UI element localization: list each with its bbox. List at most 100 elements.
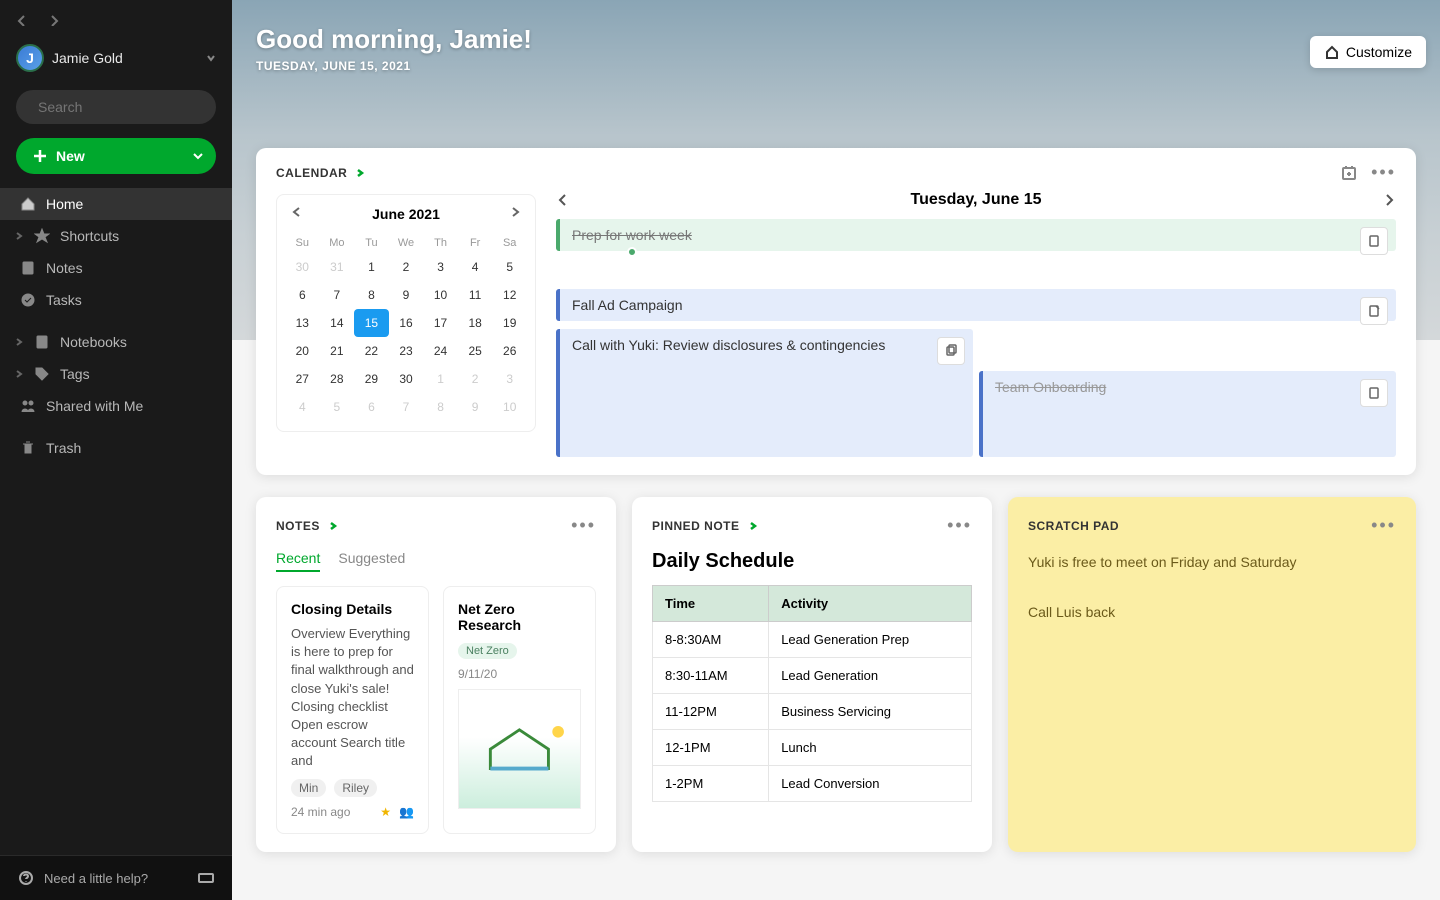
cal-day[interactable]: 29 bbox=[354, 365, 389, 393]
search-field[interactable] bbox=[38, 99, 219, 115]
nav-trash[interactable]: Trash bbox=[0, 432, 232, 464]
nav-back-icon[interactable] bbox=[16, 14, 28, 26]
nav-tags[interactable]: Tags bbox=[0, 358, 232, 390]
nav-label: Notes bbox=[46, 260, 83, 276]
cal-day[interactable]: 17 bbox=[423, 309, 458, 337]
cal-day[interactable]: 18 bbox=[458, 309, 493, 337]
nav-shortcuts[interactable]: Shortcuts bbox=[0, 220, 232, 252]
nav-label: Shortcuts bbox=[60, 228, 119, 244]
event-note-icon[interactable] bbox=[1360, 297, 1388, 325]
cal-day[interactable]: 16 bbox=[389, 309, 424, 337]
cal-day[interactable]: 30 bbox=[285, 253, 320, 281]
cal-day[interactable]: 5 bbox=[492, 253, 527, 281]
table-row: 8-8:30AMLead Generation Prep bbox=[653, 622, 972, 658]
cal-day[interactable]: 13 bbox=[285, 309, 320, 337]
cal-day[interactable]: 8 bbox=[423, 393, 458, 421]
cal-day[interactable]: 31 bbox=[320, 253, 355, 281]
search-input[interactable] bbox=[16, 90, 216, 124]
star-icon: ★ bbox=[380, 805, 391, 819]
new-button[interactable]: New bbox=[16, 138, 216, 174]
cal-day[interactable]: 26 bbox=[492, 337, 527, 365]
cal-day[interactable]: 2 bbox=[389, 253, 424, 281]
nav-notes[interactable]: Notes bbox=[0, 252, 232, 284]
event-note-icon[interactable] bbox=[1360, 227, 1388, 255]
calendar-title[interactable]: CALENDAR bbox=[276, 166, 347, 180]
note-card[interactable]: Net Zero Research Net Zero 9/11/20 bbox=[443, 586, 596, 834]
cal-day[interactable]: 14 bbox=[320, 309, 355, 337]
event-item[interactable]: Call with Yuki: Review disclosures & con… bbox=[556, 329, 973, 457]
calendar-widget: CALENDAR June 2021 SuMoTuWeThFrSa3031123… bbox=[256, 148, 1416, 475]
notes-widget: NOTES ••• Recent Suggested Closing Detai… bbox=[256, 497, 616, 852]
cal-day[interactable]: 4 bbox=[285, 393, 320, 421]
customize-button[interactable]: Customize bbox=[1310, 36, 1426, 68]
nav-shared[interactable]: Shared with Me bbox=[0, 390, 232, 422]
cal-day[interactable]: 3 bbox=[423, 253, 458, 281]
event-copy-icon[interactable] bbox=[937, 337, 965, 365]
user-menu[interactable]: J Jamie Gold bbox=[16, 44, 216, 72]
event-note-icon[interactable] bbox=[1360, 379, 1388, 407]
cal-day[interactable]: 10 bbox=[423, 281, 458, 309]
calendar-add-icon[interactable] bbox=[1341, 165, 1357, 181]
cal-day[interactable]: 6 bbox=[285, 281, 320, 309]
cal-day[interactable]: 9 bbox=[458, 393, 493, 421]
cal-day[interactable]: 28 bbox=[320, 365, 355, 393]
cal-day[interactable]: 7 bbox=[389, 393, 424, 421]
day-title: Tuesday, June 15 bbox=[910, 191, 1041, 209]
cal-day[interactable]: 11 bbox=[458, 281, 493, 309]
cal-day[interactable]: 27 bbox=[285, 365, 320, 393]
cal-day[interactable]: 5 bbox=[320, 393, 355, 421]
cal-day[interactable]: 15 bbox=[354, 309, 389, 337]
more-icon[interactable]: ••• bbox=[571, 515, 596, 536]
cal-day[interactable]: 3 bbox=[492, 365, 527, 393]
scratch-content[interactable]: Yuki is free to meet on Friday and Satur… bbox=[1028, 550, 1396, 626]
notes-title[interactable]: NOTES bbox=[276, 519, 320, 533]
cal-day[interactable]: 8 bbox=[354, 281, 389, 309]
cal-day[interactable]: 1 bbox=[423, 365, 458, 393]
cal-next-month[interactable] bbox=[509, 205, 521, 223]
cal-day[interactable]: 30 bbox=[389, 365, 424, 393]
tab-suggested[interactable]: Suggested bbox=[338, 550, 405, 572]
tab-recent[interactable]: Recent bbox=[276, 550, 320, 572]
now-indicator bbox=[627, 247, 637, 257]
nav-home[interactable]: Home bbox=[0, 188, 232, 220]
cal-day[interactable]: 9 bbox=[389, 281, 424, 309]
note-chip: Min bbox=[291, 779, 326, 797]
nav-tasks[interactable]: Tasks bbox=[0, 284, 232, 316]
cal-day[interactable]: 12 bbox=[492, 281, 527, 309]
nav-notebooks[interactable]: Notebooks bbox=[0, 326, 232, 358]
cal-day[interactable]: 1 bbox=[354, 253, 389, 281]
day-prev[interactable] bbox=[556, 193, 570, 207]
trash-icon bbox=[20, 440, 36, 456]
cal-day[interactable]: 6 bbox=[354, 393, 389, 421]
cal-day[interactable]: 4 bbox=[458, 253, 493, 281]
nav-label: Tags bbox=[60, 366, 90, 382]
day-next[interactable] bbox=[1382, 193, 1396, 207]
more-icon[interactable]: ••• bbox=[1371, 515, 1396, 536]
event-item[interactable]: Team Onboarding bbox=[979, 371, 1396, 457]
keyboard-icon[interactable] bbox=[198, 870, 214, 886]
more-icon[interactable]: ••• bbox=[947, 515, 972, 536]
event-item[interactable]: Fall Ad Campaign bbox=[556, 289, 1396, 321]
event-title: Call with Yuki: Review disclosures & con… bbox=[572, 337, 885, 353]
cal-day[interactable]: 20 bbox=[285, 337, 320, 365]
more-icon[interactable]: ••• bbox=[1371, 162, 1396, 183]
cal-day[interactable]: 22 bbox=[354, 337, 389, 365]
cal-day[interactable]: 25 bbox=[458, 337, 493, 365]
event-item[interactable]: Prep for work week bbox=[556, 219, 1396, 251]
cal-day[interactable]: 7 bbox=[320, 281, 355, 309]
help-button[interactable]: Need a little help? bbox=[0, 855, 232, 900]
cal-dow: Su bbox=[285, 233, 320, 253]
nav-forward-icon[interactable] bbox=[48, 14, 60, 26]
greeting: Good morning, Jamie! bbox=[256, 24, 532, 55]
cal-day[interactable]: 2 bbox=[458, 365, 493, 393]
cal-day[interactable]: 24 bbox=[423, 337, 458, 365]
table-row: 12-1PMLunch bbox=[653, 730, 972, 766]
cal-day[interactable]: 19 bbox=[492, 309, 527, 337]
cal-day[interactable]: 21 bbox=[320, 337, 355, 365]
cal-day[interactable]: 23 bbox=[389, 337, 424, 365]
cal-day[interactable]: 10 bbox=[492, 393, 527, 421]
scratch-pad-widget[interactable]: SCRATCH PAD ••• Yuki is free to meet on … bbox=[1008, 497, 1416, 852]
cal-prev-month[interactable] bbox=[291, 205, 303, 223]
pinned-title[interactable]: PINNED NOTE bbox=[652, 519, 740, 533]
note-card[interactable]: Closing Details Overview Everything is h… bbox=[276, 586, 429, 834]
